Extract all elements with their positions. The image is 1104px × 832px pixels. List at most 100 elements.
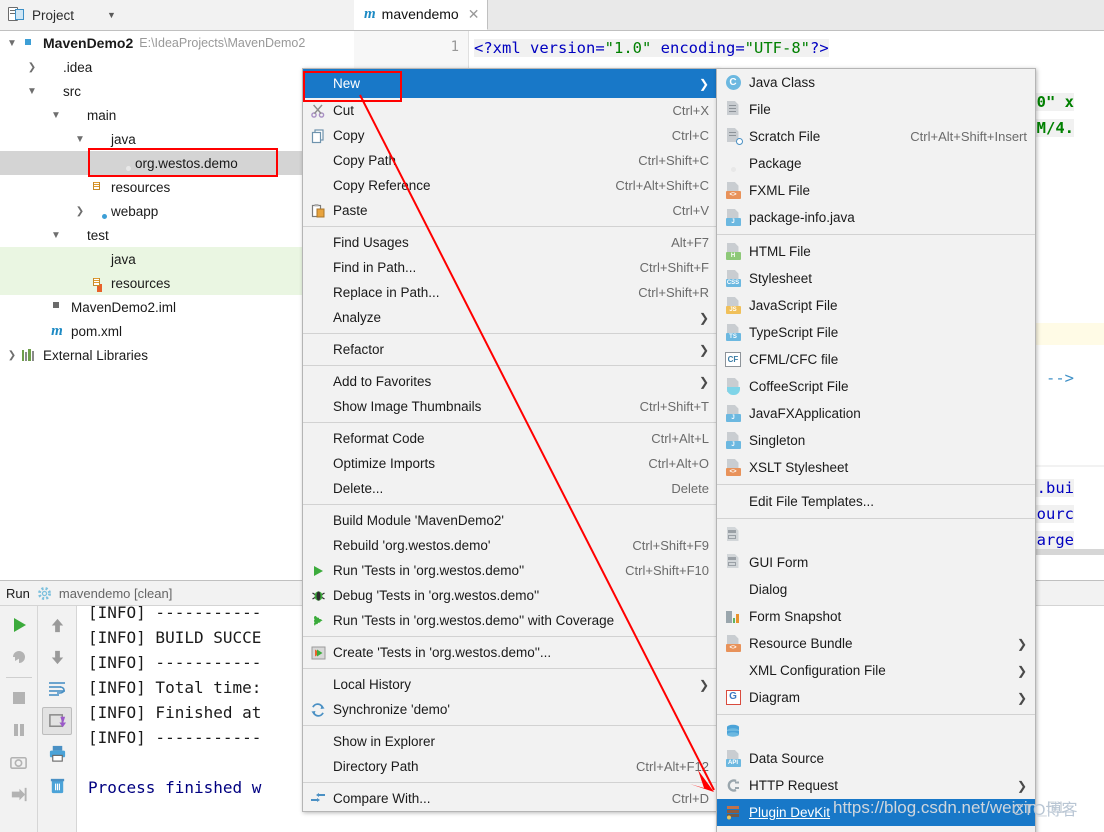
chevron-down-icon[interactable]: ▼ — [4, 38, 20, 49]
submenu-item-gui-form[interactable] — [717, 522, 1035, 549]
menu-item-debug-tests[interactable]: Debug 'Tests in 'org.westos.demo'' — [303, 583, 717, 608]
trash-icon[interactable] — [42, 771, 72, 799]
submenu-item-singleton[interactable]: J Singleton — [717, 427, 1035, 454]
submenu-item-package[interactable]: Package — [717, 150, 1035, 177]
stop-icon[interactable] — [4, 684, 34, 712]
editor-tab-mavendemo[interactable]: m mavendemo ✕ — [354, 0, 489, 30]
tree-row-main[interactable]: ▼ main — [0, 103, 354, 127]
menu-item-add-to-favorites[interactable]: Add to Favorites ❯ — [303, 369, 717, 394]
submenu-item-typescript-file[interactable]: TS TypeScript File — [717, 319, 1035, 346]
submenu-item-edit-file-templates[interactable]: Edit File Templates... — [717, 488, 1035, 515]
submenu-item-diagram[interactable]: XML Configuration File ❯ — [717, 657, 1035, 684]
print-icon[interactable] — [42, 739, 72, 767]
menu-item-copy-reference[interactable]: Copy Reference Ctrl+Alt+Shift+C — [303, 173, 717, 198]
rerun-failed-icon[interactable] — [4, 643, 34, 671]
menu-item-optimize-imports[interactable]: Optimize Imports Ctrl+Alt+O — [303, 451, 717, 476]
chevron-right-icon[interactable]: ❯ — [72, 206, 88, 217]
chevron-down-icon[interactable]: ▼ — [72, 134, 88, 145]
export-icon[interactable] — [4, 780, 34, 808]
menu-item-run-tests[interactable]: Run 'Tests in 'org.westos.demo'' Ctrl+Sh… — [303, 558, 717, 583]
submenu-item-xml-configuration-file[interactable]: <> Resource Bundle ❯ — [717, 630, 1035, 657]
menu-item-show-image-thumbnails[interactable]: Show Image Thumbnails Ctrl+Shift+T — [303, 394, 717, 419]
menu-item-show-in-explorer[interactable]: Show in Explorer — [303, 729, 717, 754]
menu-item-rebuild[interactable]: Rebuild 'org.westos.demo' Ctrl+Shift+F9 — [303, 533, 717, 558]
chevron-down-icon[interactable]: ▼ — [48, 110, 64, 121]
submenu-item-form-snapshot[interactable]: Dialog — [717, 576, 1035, 603]
submenu-item-javafxapplication[interactable]: J JavaFXApplication — [717, 400, 1035, 427]
project-context-menu[interactable]: New ❯ Cut Ctrl+X Copy Ctrl+C Copy Path C… — [302, 68, 718, 812]
tree-row-test-java[interactable]: java — [0, 247, 354, 271]
chevron-down-icon[interactable]: ▼ — [24, 86, 40, 97]
menu-item-analyze[interactable]: Analyze ❯ — [303, 305, 717, 330]
menu-item-copy[interactable]: Copy Ctrl+C — [303, 123, 717, 148]
menu-item-copy-path[interactable]: Copy Path Ctrl+Shift+C — [303, 148, 717, 173]
menu-item-find-in-path[interactable]: Find in Path... Ctrl+Shift+F — [303, 255, 717, 280]
submenu-item-http-request[interactable]: API Data Source — [717, 745, 1035, 772]
chevron-down-icon[interactable]: ▼ — [48, 230, 64, 241]
tree-row-org-westos-demo[interactable]: org.westos.demo — [0, 151, 354, 175]
menu-item-refactor[interactable]: Refactor ❯ — [303, 337, 717, 362]
submenu-item-filter[interactable]: Servlet — [717, 826, 1035, 832]
chevron-down-icon[interactable]: ▼ — [107, 10, 116, 20]
menu-item-cut[interactable]: Cut Ctrl+X — [303, 98, 717, 123]
submenu-item-data-source[interactable] — [717, 718, 1035, 745]
tree-row-main-resources[interactable]: resources — [0, 175, 354, 199]
tree-row-mavendemo2[interactable]: ▼ MavenDemo2 E:\IdeaProjects\MavenDemo2 — [0, 31, 354, 55]
submenu-item-scratch-file[interactable]: Scratch File Ctrl+Alt+Shift+Insert — [717, 123, 1035, 150]
submenu-item-html-file[interactable]: H HTML File — [717, 238, 1035, 265]
tree-row-test-resources[interactable]: resources — [0, 271, 354, 295]
menu-item-local-history[interactable]: Local History ❯ — [303, 672, 717, 697]
menu-item-delete[interactable]: Delete... Delete — [303, 476, 717, 501]
project-tree[interactable]: ▼ MavenDemo2 E:\IdeaProjects\MavenDemo2 … — [0, 31, 354, 580]
menu-item-directory-path[interactable]: Directory Path Ctrl+Alt+F12 — [303, 754, 717, 779]
submenu-item-coffeescript-file[interactable]: CoffeeScript File — [717, 373, 1035, 400]
scroll-up-icon[interactable] — [42, 611, 72, 639]
scroll-down-icon[interactable] — [42, 643, 72, 671]
submenu-item-resource-bundle[interactable]: Form Snapshot — [717, 603, 1035, 630]
menu-item-create-tests-config[interactable]: Create 'Tests in 'org.westos.demo''... — [303, 640, 717, 665]
tree-row-webapp[interactable]: ❯ webapp — [0, 199, 354, 223]
screenshot-icon[interactable] — [4, 748, 34, 776]
submenu-item-java-class[interactable]: C Java Class — [717, 69, 1035, 96]
pause-icon[interactable] — [4, 716, 34, 744]
submenu-item-package-info[interactable]: J package-info.java — [717, 204, 1035, 231]
menu-item-run-with-coverage[interactable]: Run 'Tests in 'org.westos.demo'' with Co… — [303, 608, 717, 633]
chevron-right-icon[interactable]: ❯ — [24, 62, 40, 73]
submenu-item-dialog[interactable]: GUI Form — [717, 549, 1035, 576]
scroll-to-end-icon[interactable] — [42, 707, 72, 735]
chevron-right-icon[interactable]: ❯ — [4, 350, 20, 361]
code-line-1: <?xml version="1.0" encoding="UTF-8"?> — [474, 39, 829, 57]
submenu-item-javascript-file[interactable]: JS JavaScript File — [717, 292, 1035, 319]
submenu-item-xslt-stylesheet[interactable]: <> XSLT Stylesheet — [717, 454, 1035, 481]
tree-row-src[interactable]: ▼ src — [0, 79, 354, 103]
submenu-item-plugin-devkit[interactable]: HTTP Request ❯ — [717, 772, 1035, 799]
close-icon[interactable]: ✕ — [468, 6, 480, 23]
submenu-item-cfml-file[interactable]: CF CFML/CFC file — [717, 346, 1035, 373]
tree-row-idea[interactable]: ❯ .idea — [0, 55, 354, 79]
tree-row-test[interactable]: ▼ test — [0, 223, 354, 247]
project-tool-window-button[interactable]: Project ▼ — [0, 0, 130, 31]
tree-row-main-java[interactable]: ▼ java — [0, 127, 354, 151]
submenu-item-file[interactable]: File — [717, 96, 1035, 123]
menu-item-label: Synchronize 'demo' — [333, 702, 450, 717]
menu-item-compare-with[interactable]: Compare With... Ctrl+D — [303, 786, 717, 811]
menu-item-paste[interactable]: Paste Ctrl+V — [303, 198, 717, 223]
editor-horizontal-scrollbar[interactable] — [1032, 549, 1104, 555]
soft-wrap-icon[interactable] — [42, 675, 72, 703]
menu-item-replace-in-path[interactable]: Replace in Path... Ctrl+Shift+R — [303, 280, 717, 305]
menu-item-synchronize[interactable]: Synchronize 'demo' — [303, 697, 717, 722]
submenu-item-stylesheet[interactable]: CSS Stylesheet — [717, 265, 1035, 292]
synchronize-icon — [303, 702, 333, 718]
tree-row-pom[interactable]: m pom.xml — [0, 319, 354, 343]
menu-item-build-module[interactable]: Build Module 'MavenDemo2' — [303, 508, 717, 533]
menu-item-find-usages[interactable]: Find Usages Alt+F7 — [303, 230, 717, 255]
submenu-item-google-guice[interactable]: G Diagram ❯ — [717, 684, 1035, 711]
run-icon[interactable] — [4, 611, 34, 639]
menu-item-label: Rebuild 'org.westos.demo' — [333, 538, 491, 553]
new-submenu[interactable]: C Java Class File Scratch File Ctrl+Alt+… — [716, 68, 1036, 832]
menu-item-new[interactable]: New ❯ — [303, 69, 717, 98]
tree-row-iml[interactable]: MavenDemo2.iml — [0, 295, 354, 319]
submenu-item-fxml-file[interactable]: <> FXML File — [717, 177, 1035, 204]
tree-row-external-libraries[interactable]: ❯ External Libraries — [0, 343, 354, 367]
menu-item-reformat-code[interactable]: Reformat Code Ctrl+Alt+L — [303, 426, 717, 451]
